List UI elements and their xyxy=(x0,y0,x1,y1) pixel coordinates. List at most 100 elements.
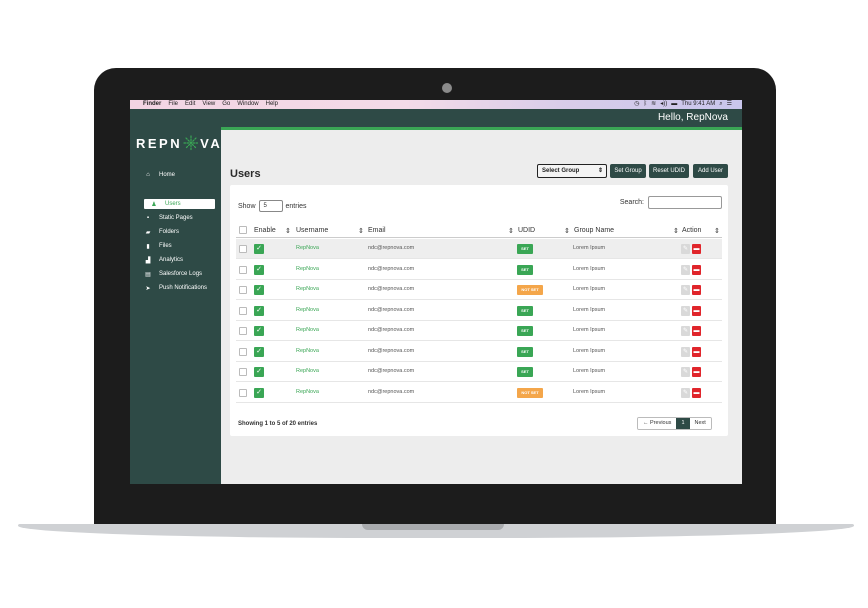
trash-icon[interactable]: ▬ xyxy=(692,264,701,275)
search-input[interactable] xyxy=(648,196,722,209)
page-1-button[interactable]: 1 xyxy=(676,418,690,429)
udid-badge[interactable]: SET xyxy=(517,326,533,336)
sidebar-item-salesforce-logs[interactable]: ▤ Salesforce Logs xyxy=(144,269,202,279)
add-user-button[interactable]: Add User xyxy=(693,164,728,178)
enable-check-icon[interactable]: ✓ xyxy=(254,264,264,275)
enable-check-icon[interactable]: ✓ xyxy=(254,305,264,316)
select-group-dropdown[interactable]: Select Group ⇕ xyxy=(537,164,607,178)
table-row[interactable]: ✓ RepNova ndc@repnova.com SET Lorem Ipsum ✎ ▬ xyxy=(236,239,722,259)
battery-icon[interactable]: ▬ xyxy=(671,100,677,109)
sort-icon[interactable]: ⇕ xyxy=(714,227,720,235)
enable-check-icon[interactable]: ✓ xyxy=(254,244,264,254)
sort-icon[interactable]: ⇕ xyxy=(508,227,514,235)
sidebar-item-users[interactable]: ♟ Users xyxy=(144,199,215,209)
trash-icon[interactable]: ▬ xyxy=(692,305,701,316)
sidebar-item-push-notifications[interactable]: ➤ Push Notifications xyxy=(144,283,207,293)
table-row[interactable]: ✓ RepNova ndc@repnova.com SET Lorem Ipsum ✎ ▬ xyxy=(236,260,722,280)
sidebar-item-analytics[interactable]: ▟ Analytics xyxy=(144,255,183,265)
sort-icon[interactable]: ⇕ xyxy=(564,227,570,235)
column-enable[interactable]: Enable xyxy=(254,227,276,234)
table-row[interactable]: ✓ RepNova ndc@repnova.com SET Lorem Ipsum ✎ ▬ xyxy=(236,342,722,362)
sort-icon[interactable]: ⇕ xyxy=(285,227,291,235)
table-row[interactable]: ✓ RepNova ndc@repnova.com SET Lorem Ipsum ✎ ▬ xyxy=(236,321,722,341)
row-checkbox[interactable] xyxy=(239,347,247,356)
next-button[interactable]: Next xyxy=(689,418,711,429)
trash-icon[interactable]: ▬ xyxy=(692,387,701,398)
menu-help[interactable]: Help xyxy=(266,100,278,109)
udid-badge[interactable]: SET xyxy=(517,244,533,254)
enable-check-icon[interactable]: ✓ xyxy=(254,285,264,295)
row-checkbox[interactable] xyxy=(239,245,247,253)
bluetooth-icon[interactable]: ᛒ xyxy=(644,100,648,109)
username-link[interactable]: RepNova xyxy=(296,368,319,374)
edit-icon[interactable]: ✎ xyxy=(681,244,690,254)
menu-go[interactable]: Go xyxy=(222,100,230,109)
udid-badge[interactable]: SET xyxy=(517,367,533,377)
username-link[interactable]: RepNova xyxy=(296,327,319,333)
entries-select[interactable]: 5 xyxy=(258,200,283,212)
username-link[interactable]: RepNova xyxy=(296,286,319,292)
sort-icon[interactable]: ⇕ xyxy=(673,227,679,235)
edit-icon[interactable]: ✎ xyxy=(681,264,690,275)
udid-badge[interactable]: NOT SET xyxy=(517,285,543,295)
search-icon[interactable]: ⌕ xyxy=(719,100,722,109)
clock-icon[interactable]: ◷ xyxy=(634,100,639,109)
wifi-icon[interactable]: ≋ xyxy=(651,100,656,109)
trash-icon[interactable]: ▬ xyxy=(692,346,701,357)
edit-icon[interactable]: ✎ xyxy=(681,346,690,357)
set-group-button[interactable]: Set Group xyxy=(610,164,646,178)
row-checkbox[interactable] xyxy=(239,368,247,376)
table-row[interactable]: ✓ RepNova ndc@repnova.com SET Lorem Ipsum ✎ ▬ xyxy=(236,362,722,382)
select-all-checkbox[interactable] xyxy=(239,226,247,234)
menubar-clock[interactable]: Thu 9:41 AM xyxy=(681,100,715,109)
udid-badge[interactable]: SET xyxy=(517,264,533,275)
udid-badge[interactable]: SET xyxy=(517,346,533,357)
trash-icon[interactable]: ▬ xyxy=(692,285,701,295)
sidebar-item-home[interactable]: ⌂ Home xyxy=(144,170,175,180)
edit-icon[interactable]: ✎ xyxy=(681,285,690,295)
edit-icon[interactable]: ✎ xyxy=(681,326,690,336)
row-checkbox[interactable] xyxy=(239,306,247,315)
previous-button[interactable]: ← Previous xyxy=(638,418,677,429)
row-checkbox[interactable] xyxy=(239,265,247,274)
column-username[interactable]: Username xyxy=(296,227,328,234)
menu-view[interactable]: View xyxy=(202,100,215,109)
menu-finder[interactable]: Finder xyxy=(143,100,161,109)
edit-icon[interactable]: ✎ xyxy=(681,387,690,398)
menu-window[interactable]: Window xyxy=(237,100,258,109)
sort-icon[interactable]: ⇕ xyxy=(358,227,364,235)
table-row[interactable]: ✓ RepNova ndc@repnova.com NOT SET Lorem Ipsu… xyxy=(236,280,722,300)
sidebar-item-folders[interactable]: ▰ Folders xyxy=(144,227,179,237)
udid-badge[interactable]: NOT SET xyxy=(517,387,543,398)
username-link[interactable]: RepNova xyxy=(296,266,319,272)
menu-icon[interactable]: ☰ xyxy=(727,100,732,109)
sidebar-item-files[interactable]: ▮ Files xyxy=(144,241,171,251)
username-link[interactable]: RepNova xyxy=(296,245,319,251)
row-checkbox[interactable] xyxy=(239,286,247,294)
edit-icon[interactable]: ✎ xyxy=(681,367,690,377)
volume-icon[interactable]: ◂)) xyxy=(660,100,667,109)
column-group-name[interactable]: Group Name xyxy=(574,227,614,234)
menu-file[interactable]: File xyxy=(168,100,178,109)
username-link[interactable]: RepNova xyxy=(296,389,319,395)
enable-check-icon[interactable]: ✓ xyxy=(254,367,264,377)
column-action[interactable]: Action xyxy=(682,227,701,234)
table-row[interactable]: ✓ RepNova ndc@repnova.com SET Lorem Ipsum ✎ ▬ xyxy=(236,301,722,321)
menu-edit[interactable]: Edit xyxy=(185,100,195,109)
username-link[interactable]: RepNova xyxy=(296,307,319,313)
row-checkbox[interactable] xyxy=(239,327,247,335)
greeting[interactable]: Hello, RepNova xyxy=(658,112,728,123)
reset-udid-button[interactable]: Reset UDID xyxy=(649,164,689,178)
trash-icon[interactable]: ▬ xyxy=(692,367,701,377)
enable-check-icon[interactable]: ✓ xyxy=(254,387,264,398)
enable-check-icon[interactable]: ✓ xyxy=(254,326,264,336)
repnova-logo[interactable]: REPN VA xyxy=(136,135,222,151)
table-row[interactable]: ✓ RepNova ndc@repnova.com NOT SET Lorem Ipsu… xyxy=(236,383,722,403)
edit-icon[interactable]: ✎ xyxy=(681,305,690,316)
row-checkbox[interactable] xyxy=(239,388,247,397)
column-email[interactable]: Email xyxy=(368,227,386,234)
username-link[interactable]: RepNova xyxy=(296,348,319,354)
trash-icon[interactable]: ▬ xyxy=(692,326,701,336)
column-udid[interactable]: UDID xyxy=(518,227,535,234)
enable-check-icon[interactable]: ✓ xyxy=(254,346,264,357)
